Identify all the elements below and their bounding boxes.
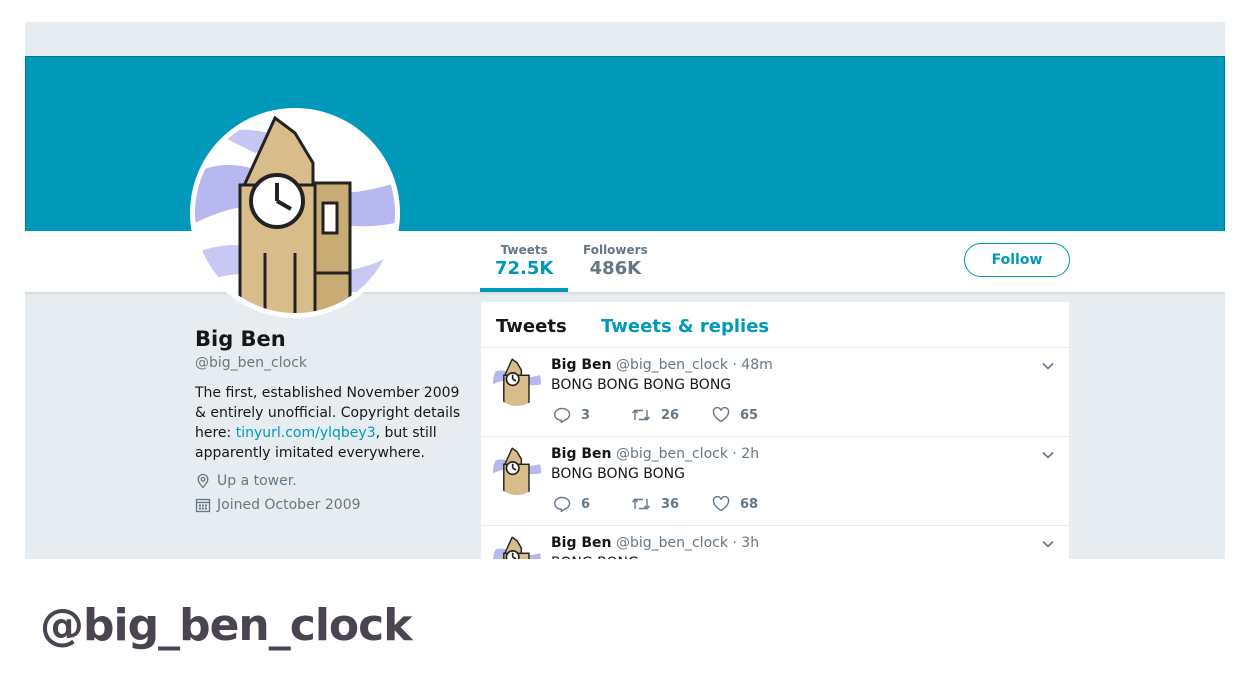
- followers-stat-label: Followers: [583, 243, 648, 257]
- chevron-down-icon[interactable]: [1041, 448, 1055, 462]
- tweet-author-name[interactable]: Big Ben: [551, 535, 612, 551]
- retweet-button[interactable]: 26: [631, 407, 712, 423]
- tweet-author-name[interactable]: Big Ben: [551, 446, 612, 462]
- tweet-text: BONG BONG BONG: [551, 466, 685, 482]
- retweet-count: 26: [661, 407, 680, 423]
- heart-icon: [712, 496, 730, 512]
- active-stat-underline: [480, 288, 568, 292]
- tweet-author-handle[interactable]: @big_ben_clock: [616, 535, 728, 551]
- profile-page: Tweets 72.5K Followers 486K Follow Big B…: [25, 22, 1225, 559]
- reply-button[interactable]: 3: [553, 407, 631, 423]
- reply-count: 3: [581, 407, 591, 423]
- retweet-icon: [631, 498, 651, 510]
- big-ben-avatar-image: [493, 447, 541, 495]
- reply-icon: [553, 407, 571, 423]
- joined-text: Joined October 2009: [217, 497, 361, 513]
- like-count: 68: [740, 496, 759, 512]
- tweet[interactable]: Big Ben @big_ben_clock · 48m BONG BONG B…: [481, 348, 1069, 437]
- tweet-list: Big Ben @big_ben_clock · 48m BONG BONG B…: [481, 348, 1069, 559]
- tweet-header: Big Ben @big_ben_clock · 48m: [551, 357, 773, 373]
- tweet-author-name[interactable]: Big Ben: [551, 357, 612, 373]
- retweet-count: 36: [661, 496, 680, 512]
- like-button[interactable]: 68: [712, 496, 758, 512]
- tweet[interactable]: Big Ben @big_ben_clock · 2h BONG BONG BO…: [481, 437, 1069, 526]
- big-ben-avatar-image: [493, 536, 541, 559]
- tweet-timestamp[interactable]: · 2h: [732, 446, 759, 462]
- retweet-icon: [631, 409, 651, 421]
- tweet-avatar[interactable]: [493, 536, 541, 559]
- like-button[interactable]: 65: [712, 407, 758, 423]
- caption-handle: @big_ben_clock: [40, 600, 412, 651]
- big-ben-avatar-image: [195, 113, 395, 313]
- tab-tweets-and-replies[interactable]: Tweets & replies: [601, 316, 769, 337]
- profile-handle[interactable]: @big_ben_clock: [195, 355, 465, 371]
- tab-tweets[interactable]: Tweets: [496, 316, 567, 337]
- followers-stat[interactable]: Followers 486K: [583, 243, 648, 279]
- tweets-stat-value: 72.5K: [495, 258, 554, 279]
- tweet-text: BONG BONG: [551, 555, 639, 559]
- tweet-timestamp[interactable]: · 3h: [732, 535, 759, 551]
- reply-count: 6: [581, 496, 591, 512]
- location-pin-icon: [197, 473, 209, 489]
- tweet-timestamp[interactable]: · 48m: [732, 357, 772, 373]
- tweets-stat-label: Tweets: [500, 243, 548, 257]
- profile-joined: Joined October 2009: [195, 497, 465, 513]
- tweet[interactable]: Big Ben @big_ben_clock · 3h BONG BONG: [481, 526, 1069, 559]
- chevron-down-icon[interactable]: [1041, 537, 1055, 551]
- heart-icon: [712, 407, 730, 423]
- tweet-text: BONG BONG BONG BONG: [551, 377, 732, 393]
- avatar[interactable]: [190, 108, 400, 318]
- profile-bio: The first, established November 2009 & e…: [195, 383, 465, 463]
- reply-button[interactable]: 6: [553, 496, 631, 512]
- tweet-actions: 6 36 68: [553, 496, 758, 512]
- profile-name: Big Ben: [195, 327, 286, 351]
- reply-icon: [553, 496, 571, 512]
- top-bar: [25, 22, 1225, 56]
- tweet-avatar[interactable]: [493, 358, 541, 406]
- tweet-header: Big Ben @big_ben_clock · 3h: [551, 535, 759, 551]
- tweet-avatar[interactable]: [493, 447, 541, 495]
- timeline: Tweets Tweets & replies Big Ben @big_ben…: [481, 302, 1069, 559]
- tweet-actions: 3 26 65: [553, 407, 758, 423]
- tweets-stat[interactable]: Tweets 72.5K: [495, 243, 553, 279]
- follow-button[interactable]: Follow: [964, 243, 1070, 277]
- timeline-tabs: Tweets Tweets & replies: [481, 302, 1069, 348]
- bio-link[interactable]: tinyurl.com/ylqbey3: [236, 425, 376, 441]
- profile-card: Big Ben @big_ben_clock The first, establ…: [195, 327, 465, 513]
- location-text: Up a tower.: [217, 473, 297, 489]
- calendar-icon: [195, 498, 211, 513]
- like-count: 65: [740, 407, 759, 423]
- tweet-author-handle[interactable]: @big_ben_clock: [616, 446, 728, 462]
- profile-location: Up a tower.: [195, 473, 465, 489]
- tweet-author-handle[interactable]: @big_ben_clock: [616, 357, 728, 373]
- tweet-header: Big Ben @big_ben_clock · 2h: [551, 446, 759, 462]
- big-ben-avatar-image: [493, 358, 541, 406]
- chevron-down-icon[interactable]: [1041, 359, 1055, 373]
- followers-stat-value: 486K: [589, 258, 642, 279]
- retweet-button[interactable]: 36: [631, 496, 712, 512]
